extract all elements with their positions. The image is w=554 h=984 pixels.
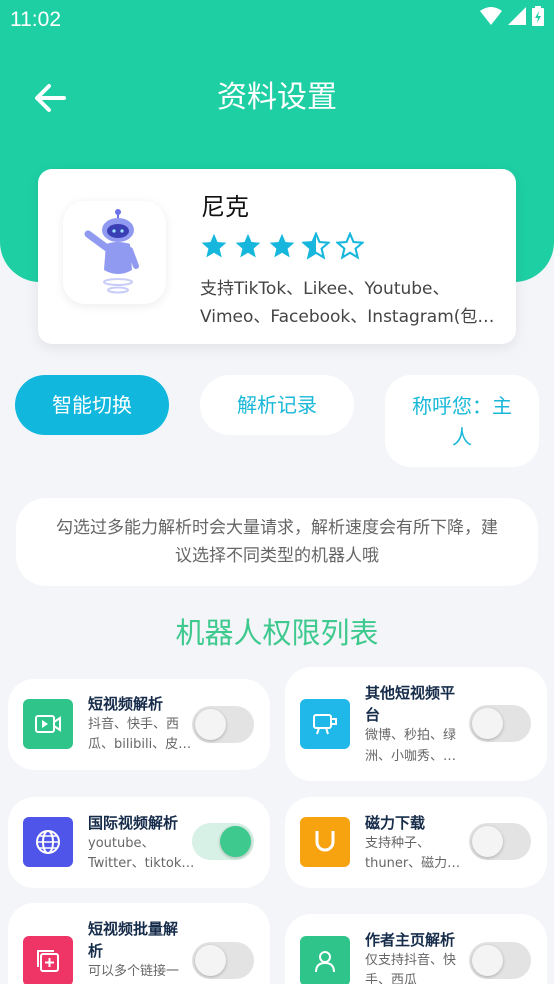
- section-title: 机器人权限列表: [175, 616, 379, 650]
- permission-toggle[interactable]: [192, 823, 254, 860]
- toggle-knob: [195, 945, 226, 976]
- user-icon: [315, 951, 335, 973]
- wifi-icon: [480, 7, 502, 25]
- star-full-icon: [235, 233, 261, 258]
- batch-add-icon: [37, 950, 59, 972]
- permission-card[interactable]: 作者主页解析 仅支持抖音、快 手、西瓜: [285, 914, 547, 984]
- permission-card[interactable]: 磁力下载 支持种子、 thuner、磁力链…: [285, 797, 547, 888]
- permission-title: 作者主页解析: [365, 931, 456, 949]
- battery-icon: [532, 6, 544, 26]
- notice-line1: 勾选过多能力解析时会大量请求，解析速度会有所下降，建: [56, 518, 498, 538]
- globe-icon: [36, 830, 60, 854]
- permission-title-line1: 其他短视频平: [365, 684, 456, 702]
- greeting-button[interactable]: 称呼您：主 人: [385, 375, 539, 467]
- parse-history-button[interactable]: 解析记录: [200, 375, 354, 435]
- permission-toggle[interactable]: [469, 823, 531, 860]
- status-time: 11:02: [10, 8, 61, 31]
- permission-toggle[interactable]: [192, 706, 254, 743]
- smart-switch-button[interactable]: 智能切换: [15, 375, 169, 435]
- avatar: [63, 201, 166, 304]
- permission-icon-bg: [23, 699, 73, 749]
- permission-toggle[interactable]: [469, 942, 531, 979]
- permission-desc-line2: Twitter、tiktok…: [88, 856, 195, 871]
- permission-desc-line1: youtube、: [88, 836, 155, 851]
- rating-stars: [200, 232, 364, 260]
- camera-icon: [313, 714, 337, 735]
- status-icons: [480, 6, 544, 26]
- permission-icon-bg: [300, 699, 350, 749]
- permission-title: 国际视频解析: [88, 814, 179, 832]
- permission-title: 其他短视频平 台: [365, 682, 475, 726]
- toggle-knob: [472, 945, 503, 976]
- toggle-knob: [472, 708, 503, 739]
- permission-title: 磁力下载: [365, 814, 426, 832]
- profile-description-line1: 支持TikTok、Likee、Youtube、: [200, 279, 450, 299]
- page-title: 资料设置: [217, 80, 337, 115]
- notice-box: 勾选过多能力解析时会大量请求，解析速度会有所下降，建 议选择不同类型的机器人哦: [16, 498, 538, 586]
- notice-line2: 议选择不同类型的机器人哦: [175, 546, 379, 566]
- title-bar: 资料设置: [0, 70, 554, 126]
- permission-icon-bg: [23, 817, 73, 867]
- permission-title-line2: 析: [88, 942, 104, 960]
- profile-card: 尼克 支持TikTok、Likee、Youtube、 Vimeo、Faceboo…: [38, 169, 516, 344]
- robot-icon: [84, 208, 139, 293]
- permission-card[interactable]: 短视频批量解 析 可以多个链接一: [8, 903, 270, 984]
- profile-description-line2: Vimeo、Facebook、Instagram(包…: [200, 307, 495, 327]
- profile-name: 尼克: [201, 193, 249, 221]
- permission-title: 短视频解析: [88, 695, 164, 713]
- permission-icon-bg: [300, 936, 350, 984]
- permission-desc-line1: 仅支持抖音、快: [365, 953, 457, 968]
- permission-desc-line2: thuner、磁力链…: [365, 856, 473, 871]
- permission-desc-line1: 可以多个链接一: [88, 964, 180, 979]
- video-play-icon: [35, 715, 61, 733]
- permission-icon-bg: [23, 936, 73, 984]
- permission-card[interactable]: 其他短视频平 台 微博、秒拍、绿 洲、小咖秀、…: [285, 667, 547, 781]
- toggle-knob: [195, 709, 226, 740]
- star-full-icon: [201, 233, 227, 258]
- magnet-icon: [315, 831, 335, 852]
- permission-toggle[interactable]: [469, 705, 531, 742]
- permission-title-line2: 台: [365, 706, 381, 724]
- permission-card[interactable]: 国际视频解析 youtube、 Twitter、tiktok…: [8, 797, 270, 888]
- toggle-knob: [472, 826, 503, 857]
- permission-desc-line2: 洲、小咖秀、…: [365, 749, 457, 764]
- star-half-icon: [302, 232, 330, 260]
- toggle-knob: [220, 826, 251, 857]
- permission-title-line1: 短视频批量解: [88, 920, 179, 938]
- star-full-icon: [269, 233, 295, 258]
- permission-card[interactable]: 短视频解析 抖音、快手、西 瓜、bilibili、皮…: [8, 679, 270, 770]
- profile-description: 支持TikTok、Likee、Youtube、 Vimeo、Facebook、I…: [200, 275, 500, 331]
- greeting-line1: 称呼您：主: [412, 394, 512, 418]
- permission-icon-bg: [300, 817, 350, 867]
- permission-desc-line1: 抖音、快手、西: [88, 717, 180, 732]
- permission-desc-line2: 手、西瓜: [365, 973, 418, 984]
- permission-toggle[interactable]: [192, 942, 254, 979]
- permission-title: 短视频批量解 析: [88, 918, 198, 962]
- permission-desc-line1: 支持种子、: [365, 836, 431, 851]
- permission-desc-line1: 微博、秒拍、绿: [365, 728, 457, 743]
- star-empty-icon: [336, 232, 364, 260]
- permission-desc-line2: 瓜、bilibili、皮…: [88, 737, 192, 752]
- status-bar: 11:02: [0, 0, 554, 40]
- signal-icon: [508, 7, 526, 25]
- greeting-line2: 人: [452, 425, 472, 449]
